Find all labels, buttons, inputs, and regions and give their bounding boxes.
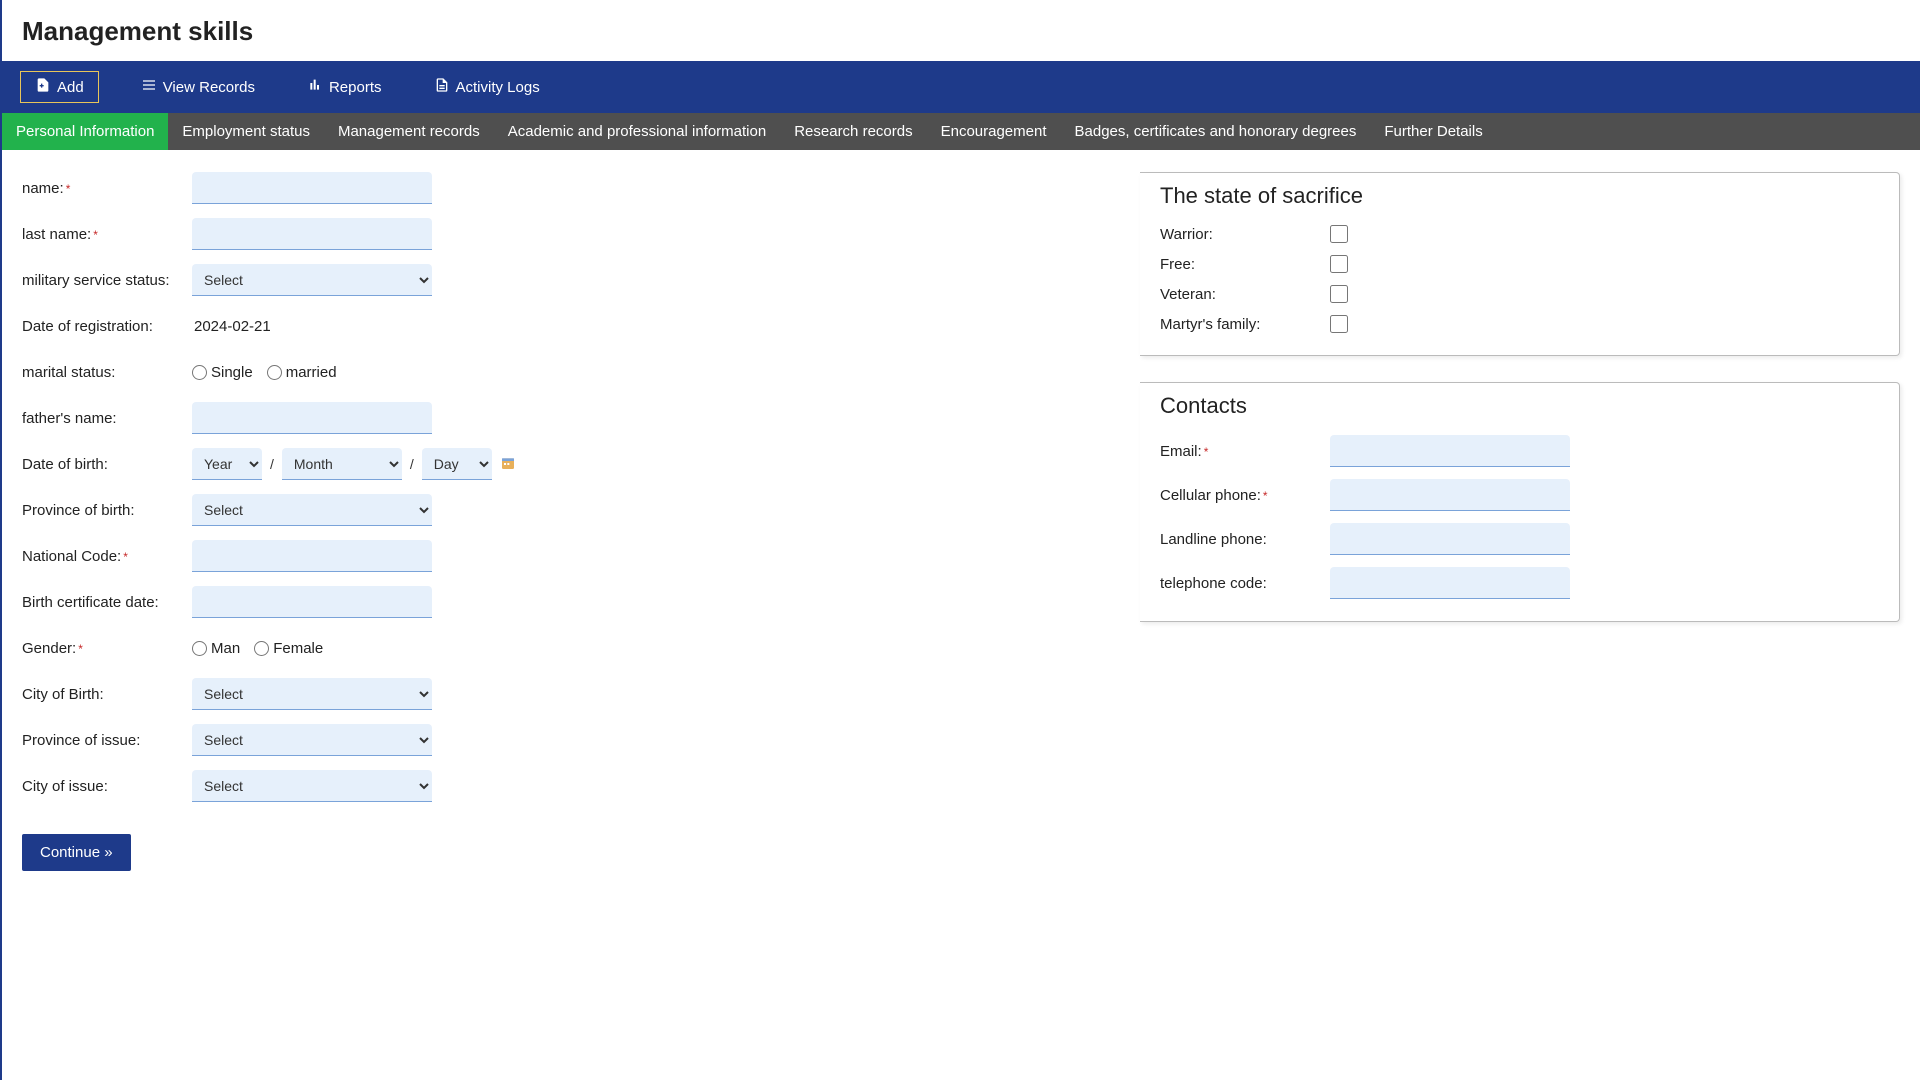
veteran-checkbox[interactable] bbox=[1330, 285, 1348, 303]
date-registration-label: Date of registration: bbox=[22, 318, 192, 335]
birth-cert-input[interactable] bbox=[192, 586, 432, 618]
tabs: Personal Information Employment status M… bbox=[2, 113, 1920, 150]
contacts-legend: Contacts bbox=[1160, 393, 1253, 419]
tab-research-records[interactable]: Research records bbox=[780, 113, 926, 150]
name-input[interactable] bbox=[192, 172, 432, 204]
cell-label: Cellular phone:* bbox=[1160, 487, 1330, 504]
tab-academic-professional[interactable]: Academic and professional information bbox=[494, 113, 780, 150]
national-code-input[interactable] bbox=[192, 540, 432, 572]
telcode-label: telephone code: bbox=[1160, 575, 1330, 592]
sacrifice-fieldset: The state of sacrifice Warrior: Free: Ve… bbox=[1140, 172, 1900, 356]
file-plus-icon bbox=[35, 77, 51, 97]
dob-month-select[interactable]: Month bbox=[282, 448, 402, 480]
landline-label: Landline phone: bbox=[1160, 531, 1330, 548]
tab-personal-information[interactable]: Personal Information bbox=[2, 113, 168, 150]
dob-label: Date of birth: bbox=[22, 456, 192, 473]
page-title: Management skills bbox=[2, 0, 1920, 61]
reports-button[interactable]: Reports bbox=[297, 71, 392, 103]
toolbar: Add View Records Reports Activity Logs bbox=[2, 61, 1920, 113]
telcode-input[interactable] bbox=[1330, 567, 1570, 599]
martyr-checkbox[interactable] bbox=[1330, 315, 1348, 333]
free-checkbox[interactable] bbox=[1330, 255, 1348, 273]
tab-employment-status[interactable]: Employment status bbox=[168, 113, 324, 150]
city-issue-select[interactable]: Select bbox=[192, 770, 432, 802]
name-label: name:* bbox=[22, 180, 192, 197]
tab-further-details[interactable]: Further Details bbox=[1370, 113, 1496, 150]
city-birth-label: City of Birth: bbox=[22, 686, 192, 703]
email-input[interactable] bbox=[1330, 435, 1570, 467]
tab-encouragement[interactable]: Encouragement bbox=[927, 113, 1061, 150]
tab-management-records[interactable]: Management records bbox=[324, 113, 494, 150]
continue-button[interactable]: Continue » bbox=[22, 834, 131, 871]
martyr-label: Martyr's family: bbox=[1160, 316, 1330, 333]
reports-label: Reports bbox=[329, 79, 382, 96]
free-label: Free: bbox=[1160, 256, 1330, 273]
last-name-label: last name:* bbox=[22, 226, 192, 243]
activity-logs-label: Activity Logs bbox=[456, 79, 540, 96]
gender-man-radio[interactable]: Man bbox=[192, 640, 240, 657]
military-status-label: military service status: bbox=[22, 272, 192, 289]
dob-sep-1: / bbox=[270, 456, 274, 472]
email-label: Email:* bbox=[1160, 443, 1330, 460]
father-name-label: father's name: bbox=[22, 410, 192, 427]
add-label: Add bbox=[57, 79, 84, 96]
military-status-select[interactable]: Select bbox=[192, 264, 432, 296]
marital-status-label: marital status: bbox=[22, 364, 192, 381]
marital-married-radio[interactable]: married bbox=[267, 364, 337, 381]
contacts-fieldset: Contacts Email:* Cellular phone:* Landli… bbox=[1140, 382, 1900, 622]
date-registration-value: 2024-02-21 bbox=[192, 318, 271, 335]
province-issue-select[interactable]: Select bbox=[192, 724, 432, 756]
warrior-label: Warrior: bbox=[1160, 226, 1330, 243]
warrior-checkbox[interactable] bbox=[1330, 225, 1348, 243]
tab-badges-certificates[interactable]: Badges, certificates and honorary degree… bbox=[1061, 113, 1371, 150]
gender-label: Gender:* bbox=[22, 640, 192, 657]
marital-single-radio[interactable]: Single bbox=[192, 364, 253, 381]
father-name-input[interactable] bbox=[192, 402, 432, 434]
city-issue-label: City of issue: bbox=[22, 778, 192, 795]
view-records-button[interactable]: View Records bbox=[131, 71, 265, 103]
dob-day-select[interactable]: Day bbox=[422, 448, 492, 480]
veteran-label: Veteran: bbox=[1160, 286, 1330, 303]
province-issue-label: Province of issue: bbox=[22, 732, 192, 749]
city-birth-select[interactable]: Select bbox=[192, 678, 432, 710]
landline-input[interactable] bbox=[1330, 523, 1570, 555]
chart-icon bbox=[307, 77, 323, 97]
dob-sep-2: / bbox=[410, 456, 414, 472]
last-name-input[interactable] bbox=[192, 218, 432, 250]
personal-info-form: name:* last name:* military service stat… bbox=[22, 172, 742, 871]
province-birth-label: Province of birth: bbox=[22, 502, 192, 519]
province-birth-select[interactable]: Select bbox=[192, 494, 432, 526]
add-button[interactable]: Add bbox=[20, 71, 99, 103]
cell-input[interactable] bbox=[1330, 479, 1570, 511]
document-icon bbox=[434, 77, 450, 97]
calendar-icon[interactable] bbox=[500, 455, 516, 474]
activity-logs-button[interactable]: Activity Logs bbox=[424, 71, 550, 103]
view-records-label: View Records bbox=[163, 79, 255, 96]
birth-cert-label: Birth certificate date: bbox=[22, 594, 192, 611]
dob-year-select[interactable]: Year bbox=[192, 448, 262, 480]
list-icon bbox=[141, 77, 157, 97]
gender-female-radio[interactable]: Female bbox=[254, 640, 323, 657]
national-code-label: National Code:* bbox=[22, 548, 192, 565]
sacrifice-legend: The state of sacrifice bbox=[1160, 183, 1369, 209]
